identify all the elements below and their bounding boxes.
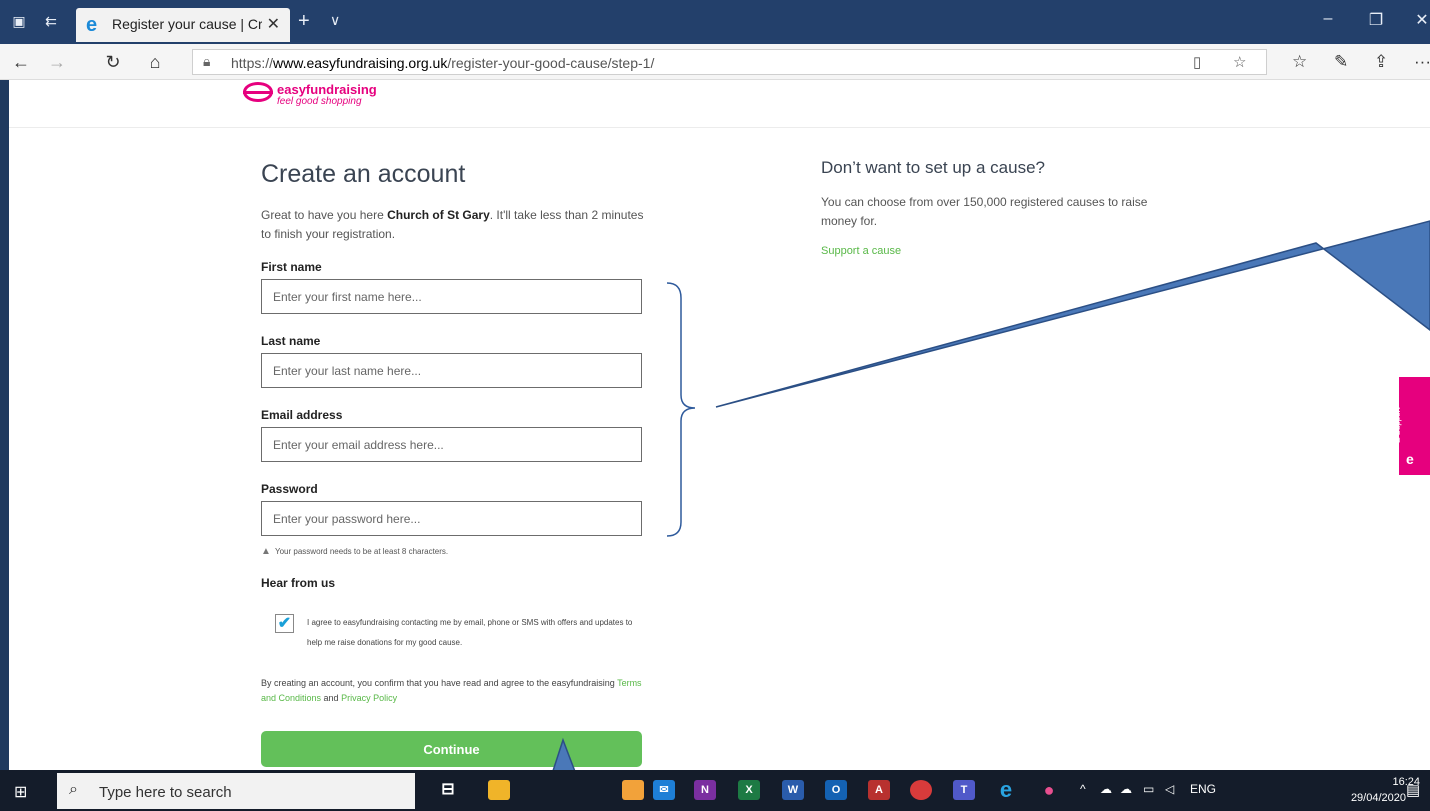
checkmark-icon: ✔ bbox=[277, 615, 292, 632]
volume-icon[interactable]: ◁ bbox=[1165, 782, 1174, 796]
app-red-circle-icon[interactable] bbox=[910, 780, 932, 800]
search-icon: ⌕ bbox=[69, 781, 78, 798]
outlook-icon[interactable]: O bbox=[825, 780, 847, 800]
tab-title: Register your cause | Cr bbox=[112, 16, 262, 32]
share-icon[interactable]: ⇪ bbox=[1374, 52, 1388, 72]
last-name-input[interactable] bbox=[261, 353, 642, 388]
onenote-icon[interactable]: N bbox=[694, 780, 716, 800]
network-icon[interactable]: ▭ bbox=[1143, 782, 1154, 796]
email-input[interactable] bbox=[261, 427, 642, 462]
logo-tagline: feel good shopping bbox=[277, 96, 362, 107]
feedback-label: Feedback & Support bbox=[1384, 407, 1402, 443]
consent-checkbox[interactable]: ✔ bbox=[275, 614, 294, 633]
onedrive-icon[interactable]: ☁ bbox=[1100, 782, 1112, 796]
tray-chevron-icon[interactable]: ^ bbox=[1080, 782, 1086, 796]
taskbar-search[interactable]: ⌕ Type here to search bbox=[57, 773, 415, 809]
easyfundraising-logo-icon[interactable] bbox=[243, 82, 273, 102]
home-button[interactable]: ⌂ bbox=[142, 50, 168, 74]
logo-name[interactable]: easyfundraising bbox=[277, 82, 377, 97]
refresh-button[interactable]: ↻ bbox=[100, 50, 126, 74]
address-bar-row: ← → ↻ ⌂ 🔒︎ https://www.easyfundraising.o… bbox=[0, 44, 1430, 80]
reading-view-icon[interactable]: ▯ bbox=[1193, 53, 1201, 71]
forward-button[interactable]: → bbox=[44, 50, 70, 74]
web-page: easyfundraising feel good shopping Creat… bbox=[9, 80, 1430, 770]
hear-from-us-heading: Hear from us bbox=[261, 576, 336, 590]
sidebar-text: You can choose from over 150,000 registe… bbox=[821, 195, 1148, 228]
padlock-icon: ▲ bbox=[261, 546, 271, 557]
pen-notes-icon[interactable]: ✎ bbox=[1334, 52, 1348, 72]
set-tabs-aside-icon[interactable]: ⇇ bbox=[42, 12, 60, 30]
url-text: https://www.easyfundraising.org.uk/regis… bbox=[231, 55, 655, 71]
terms-text: By creating an account, you confirm that… bbox=[261, 678, 642, 703]
tab-preview-chevron-icon[interactable]: ∨ bbox=[330, 12, 340, 29]
password-label: Password bbox=[261, 482, 318, 496]
task-view-icon[interactable]: ⊟ bbox=[437, 780, 459, 800]
site-header: easyfundraising feel good shopping bbox=[9, 80, 1430, 128]
intro-text: Great to have you here Church of St Gary… bbox=[261, 208, 644, 241]
windows-start-icon[interactable]: ⊞ bbox=[14, 782, 27, 802]
first-name-input[interactable] bbox=[261, 279, 642, 314]
privacy-link[interactable]: Privacy Policy bbox=[341, 693, 397, 703]
easyfundraising-e-icon: e bbox=[1406, 451, 1414, 467]
access-icon[interactable]: A bbox=[868, 780, 890, 800]
more-menu-icon[interactable]: ··· bbox=[1414, 52, 1430, 72]
password-input[interactable] bbox=[261, 501, 642, 536]
tab-close-icon[interactable]: ✕ bbox=[267, 14, 280, 34]
clock-date: 29/04/2020 bbox=[1350, 792, 1406, 804]
back-button[interactable]: ← bbox=[8, 50, 34, 74]
url-field[interactable]: 🔒︎ https://www.easyfundraising.org.uk/re… bbox=[192, 49, 1267, 75]
continue-button[interactable]: Continue bbox=[261, 731, 642, 767]
tab-actions-icon[interactable]: ▣ bbox=[10, 12, 28, 30]
consent-text: I agree to easyfundraising contacting me… bbox=[307, 618, 633, 647]
action-center-icon[interactable]: ▤ bbox=[1406, 781, 1420, 799]
minimize-button[interactable]: – bbox=[1318, 10, 1338, 28]
new-tab-button[interactable]: + bbox=[298, 10, 310, 33]
edge-taskbar-icon[interactable]: e bbox=[995, 779, 1017, 801]
input-language[interactable]: ENG bbox=[1190, 782, 1216, 796]
last-name-label: Last name bbox=[261, 334, 321, 348]
page-title: Create an account bbox=[261, 160, 466, 188]
lock-icon: 🔒︎ bbox=[203, 53, 211, 69]
word-icon[interactable]: W bbox=[782, 780, 804, 800]
password-hint: ▲ Your password needs to be at least 8 ch… bbox=[261, 546, 449, 557]
sidebar-heading: Don’t want to set up a cause? bbox=[821, 158, 1045, 177]
feedback-support-tab[interactable]: Feedback & Support e bbox=[1384, 377, 1430, 475]
browser-tab-bar: ▣ ⇇ e Register your cause | Cr ✕ + ∨ – ❐… bbox=[0, 0, 1430, 44]
support-a-cause-link[interactable]: Support a cause bbox=[821, 245, 901, 257]
favorite-star-icon[interactable]: ☆ bbox=[1233, 53, 1246, 71]
cloud-icon[interactable]: ☁ bbox=[1120, 782, 1132, 796]
mail-icon[interactable]: ✉ bbox=[653, 780, 675, 800]
search-placeholder: Type here to search bbox=[99, 784, 232, 801]
first-name-label: First name bbox=[261, 260, 322, 274]
excel-icon[interactable]: X bbox=[738, 780, 760, 800]
file-explorer-icon[interactable] bbox=[488, 780, 510, 800]
edge-icon: e bbox=[86, 14, 98, 36]
teams-icon[interactable]: T bbox=[953, 780, 975, 800]
close-window-button[interactable]: ✕ bbox=[1412, 10, 1430, 30]
restore-button[interactable]: ❐ bbox=[1366, 10, 1386, 30]
windows-taskbar: ⊞ ⌕ Type here to search ⊟ ✉ N X W O A T … bbox=[0, 770, 1430, 811]
email-label: Email address bbox=[261, 408, 343, 422]
paint-drop-icon[interactable]: ● bbox=[1038, 780, 1060, 800]
favorites-hub-icon[interactable]: ☆ bbox=[1292, 52, 1307, 72]
tab-register-cause[interactable]: e Register your cause | Cr ✕ bbox=[76, 8, 290, 42]
store-icon[interactable] bbox=[622, 780, 644, 800]
